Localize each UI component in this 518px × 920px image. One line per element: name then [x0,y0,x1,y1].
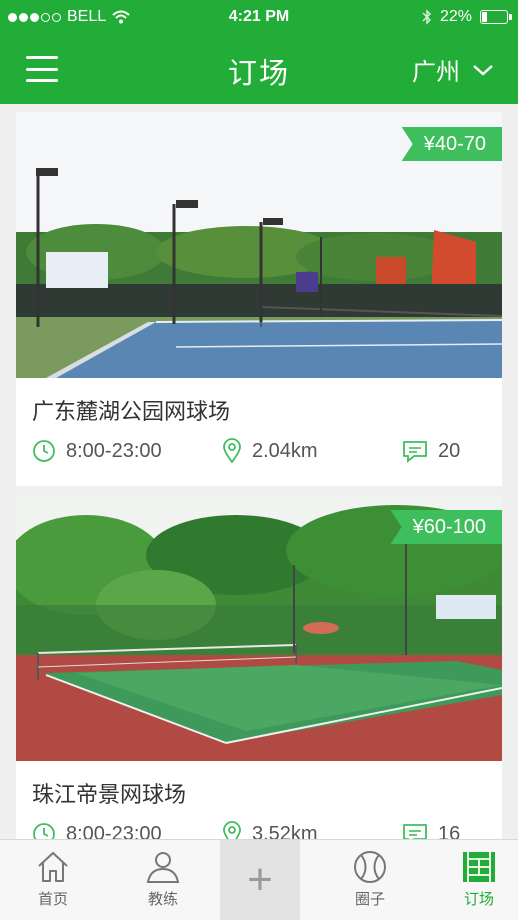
clock-icon [33,440,55,462]
venue-hours: 8:00-23:00 [66,439,162,462]
tab-coach[interactable]: 教练 [106,840,220,920]
bluetooth-icon [422,9,432,25]
venue-card[interactable]: ¥60-100 珠江帝景网球场 8:00-23:00 3.52km 16 [16,495,502,869]
venue-name: 广东麓湖公园网球场 [32,399,231,424]
tab-bar: 首页 教练 + 圈子 订场 [0,839,518,920]
comment-icon [403,441,427,463]
tab-booking[interactable]: 订场 [440,840,518,920]
nav-bar: 订场 广州 [0,34,518,104]
status-bar: BELL 4:21 PM 22% [0,0,518,34]
venue-name: 珠江帝景网球场 [32,782,187,807]
city-label: 广州 [412,59,460,86]
tab-booking-label: 订场 [463,891,494,908]
battery-icon [480,10,512,24]
tab-home[interactable]: 首页 [0,840,106,920]
venue-photo: ¥60-100 [16,495,502,761]
plus-icon: + [247,855,273,904]
user-icon [146,852,180,883]
add-button[interactable]: + [220,840,300,920]
venue-list: ¥40-70 广东麓湖公园网球场 8:00-23:00 2.04km 20 ¥6… [16,112,502,878]
battery-percent: 22% [439,8,472,25]
tab-circle-label: 圈子 [354,891,385,908]
location-pin-icon [223,438,241,464]
chevron-down-icon [473,64,493,76]
venue-photo: ¥40-70 [16,112,502,378]
tab-coach-label: 教练 [147,891,178,908]
court-icon [463,852,495,882]
venue-card[interactable]: ¥40-70 广东麓湖公园网球场 8:00-23:00 2.04km 20 [16,112,502,486]
price-tag: ¥40-70 [401,127,502,161]
tab-home-label: 首页 [37,891,68,908]
home-icon [38,852,68,882]
city-selector[interactable]: 广州 [412,52,494,87]
tab-circle[interactable]: 圈子 [300,840,440,920]
venue-comments: 20 [438,439,461,462]
tennis-ball-icon [354,851,386,883]
price-tag: ¥60-100 [390,510,502,544]
venue-distance: 2.04km [252,439,318,462]
